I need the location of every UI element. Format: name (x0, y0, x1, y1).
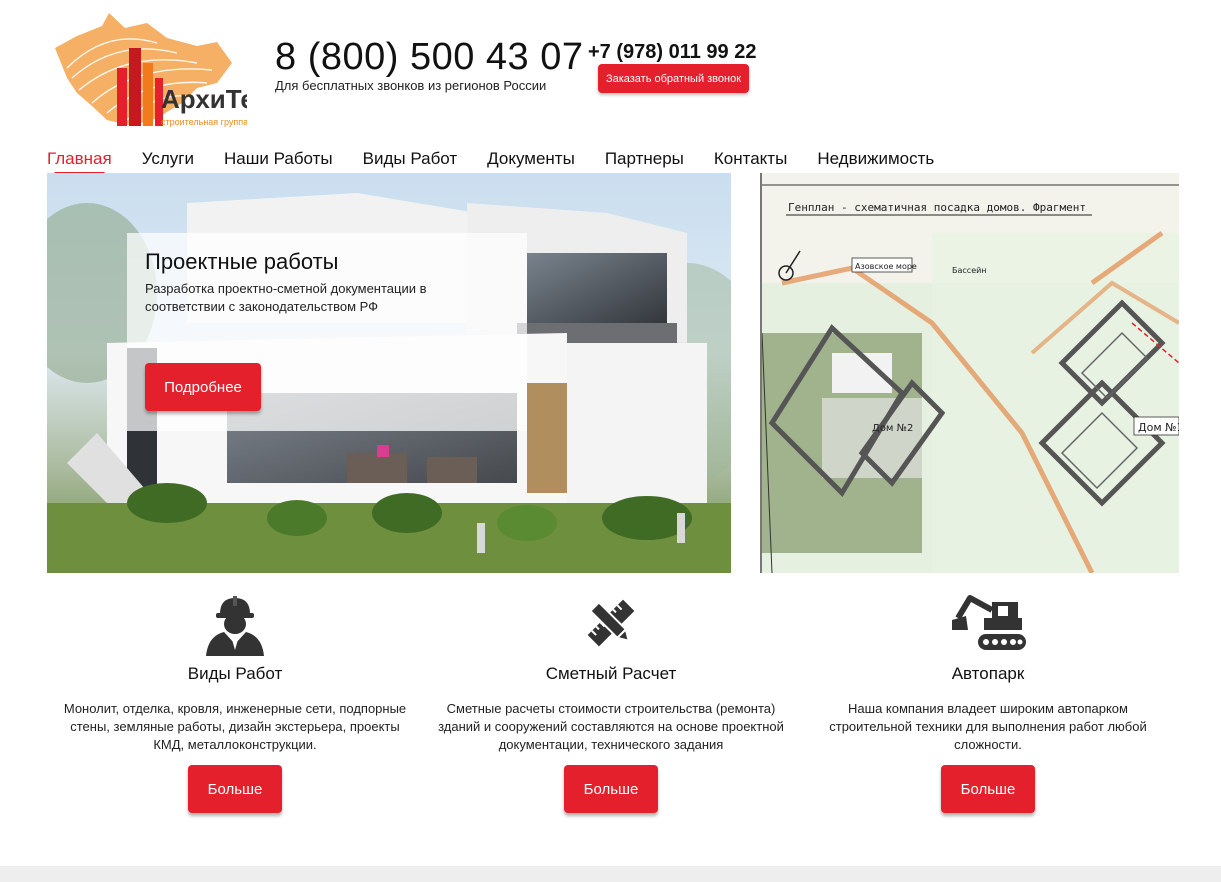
nav-item-work-types[interactable]: Виды Работ (363, 148, 458, 170)
feature-text: Монолит, отделка, кровля, инженерные сет… (63, 701, 407, 752)
logo-graphic: АрхиТек строительная группа (55, 13, 269, 127)
logo-tagline: строительная группа (161, 117, 247, 127)
feature-estimate: Сметный Расчет Сметные расчеты стоимости… (426, 590, 796, 754)
feature-fleet: Автопарк Наша компания владеет широким а… (803, 590, 1173, 754)
feature-title: Виды Работ (187, 664, 283, 683)
nav-item-real-estate[interactable]: Недвижимость (817, 148, 934, 170)
callback-button[interactable]: Заказать обратный звонок (598, 64, 749, 93)
feature-work-types: Виды Работ Монолит, отделка, кровля, инж… (50, 590, 420, 754)
hero-text: Разработка проектно-сметной документации… (145, 281, 427, 314)
feature-text: Наша компания владеет широким автопарком… (829, 701, 1147, 752)
hero-more-button[interactable]: Подробнее (145, 363, 261, 411)
phone-main[interactable]: 8 (800) 500 43 07 (275, 35, 584, 79)
feature-text: Сметные расчеты стоимости строительства … (438, 701, 784, 752)
plan-label-house2: Дом №2 (872, 423, 913, 434)
work-types-more-button[interactable]: Больше (188, 765, 282, 813)
estimate-more-button[interactable]: Больше (564, 765, 658, 813)
nav-item-documents[interactable]: Документы (487, 148, 575, 170)
company-logo[interactable]: АрхиТек строительная группа (47, 8, 269, 130)
nav-item-home[interactable]: Главная (47, 148, 112, 175)
plan-label-pool: Бассейн (952, 266, 987, 275)
site-plan-image: Генплан - схематичная посадка домов. Фра… (760, 173, 1179, 573)
excavator-icon (952, 595, 1026, 650)
nav-item-partners[interactable]: Партнеры (605, 148, 684, 170)
phone-note: Для бесплатных звонков из регионов Росси… (275, 78, 547, 93)
hero-card: Проектные работы Разработка проектно-сме… (127, 233, 527, 431)
worker-helmet-icon (206, 596, 264, 656)
plan-title: Генплан - схематичная посадка домов. Фра… (788, 201, 1086, 214)
footer-strip (0, 866, 1221, 882)
feature-title: Сметный Расчет (545, 664, 677, 683)
plan-label-sea: Азовское море (855, 262, 917, 271)
nav-item-our-works[interactable]: Наши Работы (224, 148, 333, 170)
feature-title: Автопарк (951, 664, 1025, 683)
main-nav: Главная Услуги Наши Работы Виды Работ До… (47, 148, 964, 175)
logo-name: АрхиТек (161, 84, 247, 114)
nav-item-services[interactable]: Услуги (142, 148, 194, 170)
plan-label-house1: Дом №1 (1138, 421, 1179, 434)
ruler-pencil-icon (587, 599, 635, 647)
nav-item-contacts[interactable]: Контакты (714, 148, 787, 170)
fleet-more-button[interactable]: Больше (941, 765, 1035, 813)
phone-alt[interactable]: +7 (978) 011 99 22 (588, 40, 756, 64)
hero-title: Проектные работы (145, 249, 339, 274)
